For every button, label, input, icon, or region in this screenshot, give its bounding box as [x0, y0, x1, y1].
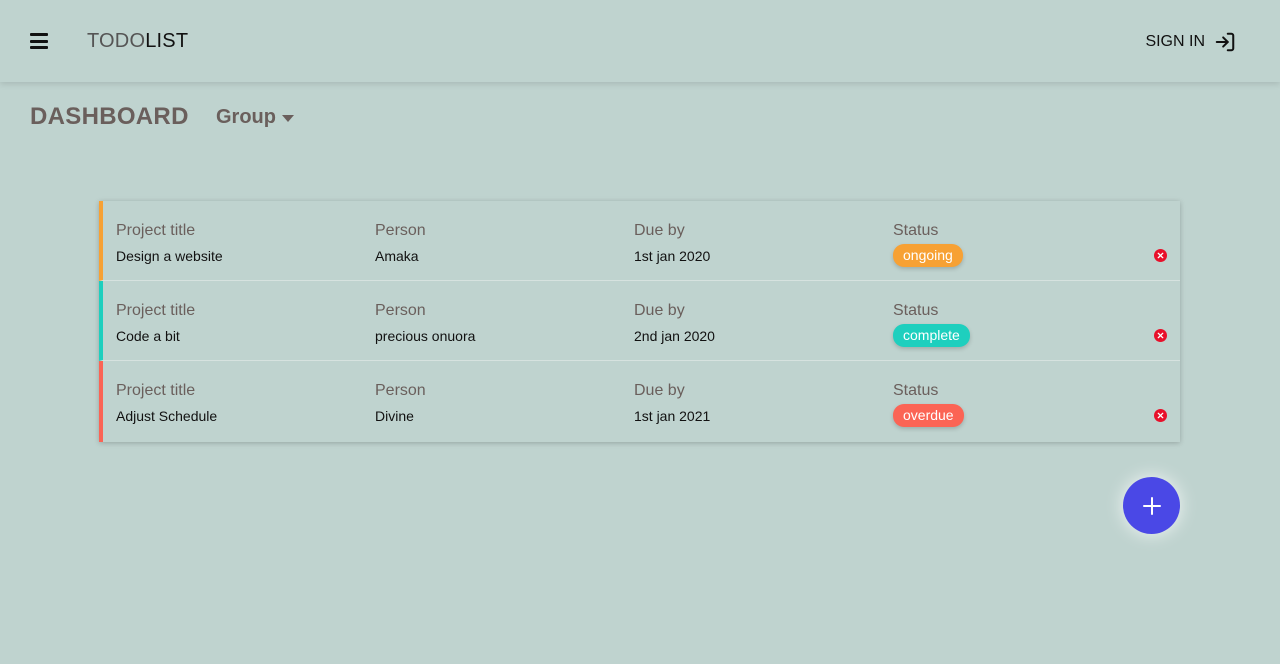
due-value: 1st jan 2020	[634, 248, 711, 264]
status-label: Status	[893, 302, 939, 319]
project-value: Code a bit	[116, 328, 180, 344]
due-cell: Due by 1st jan 2021	[634, 381, 710, 425]
brand-todo: TODO	[87, 30, 146, 52]
status-badge: overdue	[893, 404, 964, 427]
person-value: Amaka	[375, 248, 419, 264]
page-title: DASHBOARD	[30, 103, 189, 130]
caret-down-icon	[282, 115, 294, 122]
delete-icon	[1157, 412, 1164, 419]
person-cell: Person Divine	[375, 381, 426, 425]
status-label: Status	[893, 222, 939, 239]
status-label: Status	[893, 382, 939, 399]
task-table: Project title Design a website Person Amaka…	[99, 201, 1180, 442]
status-cell: Status ongoing	[893, 221, 963, 267]
status-badge: ongoing	[893, 244, 963, 267]
project-value: Design a website	[116, 248, 223, 264]
group-dropdown-label: Group	[216, 106, 276, 128]
project-label: Project title	[116, 222, 196, 239]
status-badge: complete	[893, 324, 970, 347]
person-value: Divine	[375, 408, 414, 424]
person-cell: Person precious onuora	[375, 301, 475, 345]
status-cell: Status complete	[893, 301, 970, 347]
top-bar: TODOLIST SIGN IN	[0, 0, 1280, 82]
task-row[interactable]: Project title Adjust Schedule Person Divine…	[99, 361, 1180, 442]
sign-in-button[interactable]: SIGN IN	[1145, 31, 1236, 53]
person-cell: Person Amaka	[375, 221, 426, 265]
brand-list: LIST	[145, 30, 189, 52]
person-value: precious onuora	[375, 328, 476, 344]
task-row[interactable]: Project title Design a website Person Amaka…	[99, 201, 1180, 281]
due-label: Due by	[634, 382, 685, 399]
sign-in-icon	[1215, 32, 1235, 52]
person-label: Person	[375, 302, 426, 319]
due-label: Due by	[634, 222, 685, 239]
due-value: 1st jan 2021	[634, 408, 711, 424]
project-label: Project title	[116, 302, 196, 319]
due-value: 2nd jan 2020	[634, 328, 715, 344]
project-cell: Project title Adjust Schedule	[116, 381, 217, 425]
person-label: Person	[375, 222, 426, 239]
delete-task-button[interactable]	[1154, 409, 1167, 422]
sign-in-label: SIGN IN	[1145, 33, 1205, 50]
project-cell: Project title Code a bit	[116, 301, 195, 345]
person-label: Person	[375, 382, 426, 399]
due-cell: Due by 1st jan 2020	[634, 221, 710, 265]
due-label: Due by	[634, 302, 685, 319]
project-label: Project title	[116, 382, 196, 399]
delete-task-button[interactable]	[1154, 249, 1167, 262]
project-value: Adjust Schedule	[116, 408, 218, 424]
delete-icon	[1157, 252, 1164, 259]
group-dropdown[interactable]: Group	[216, 106, 294, 129]
delete-icon	[1157, 332, 1164, 339]
status-cell: Status overdue	[893, 381, 964, 427]
project-cell: Project title Design a website	[116, 221, 223, 265]
brand-logo[interactable]: TODOLIST	[87, 30, 188, 53]
task-row[interactable]: Project title Code a bit Person precious on…	[99, 281, 1180, 361]
add-task-button[interactable]	[1123, 477, 1180, 534]
delete-task-button[interactable]	[1154, 329, 1167, 342]
due-cell: Due by 2nd jan 2020	[634, 301, 715, 345]
hamburger-menu-icon[interactable]	[30, 33, 48, 49]
plus-icon	[1142, 496, 1161, 515]
